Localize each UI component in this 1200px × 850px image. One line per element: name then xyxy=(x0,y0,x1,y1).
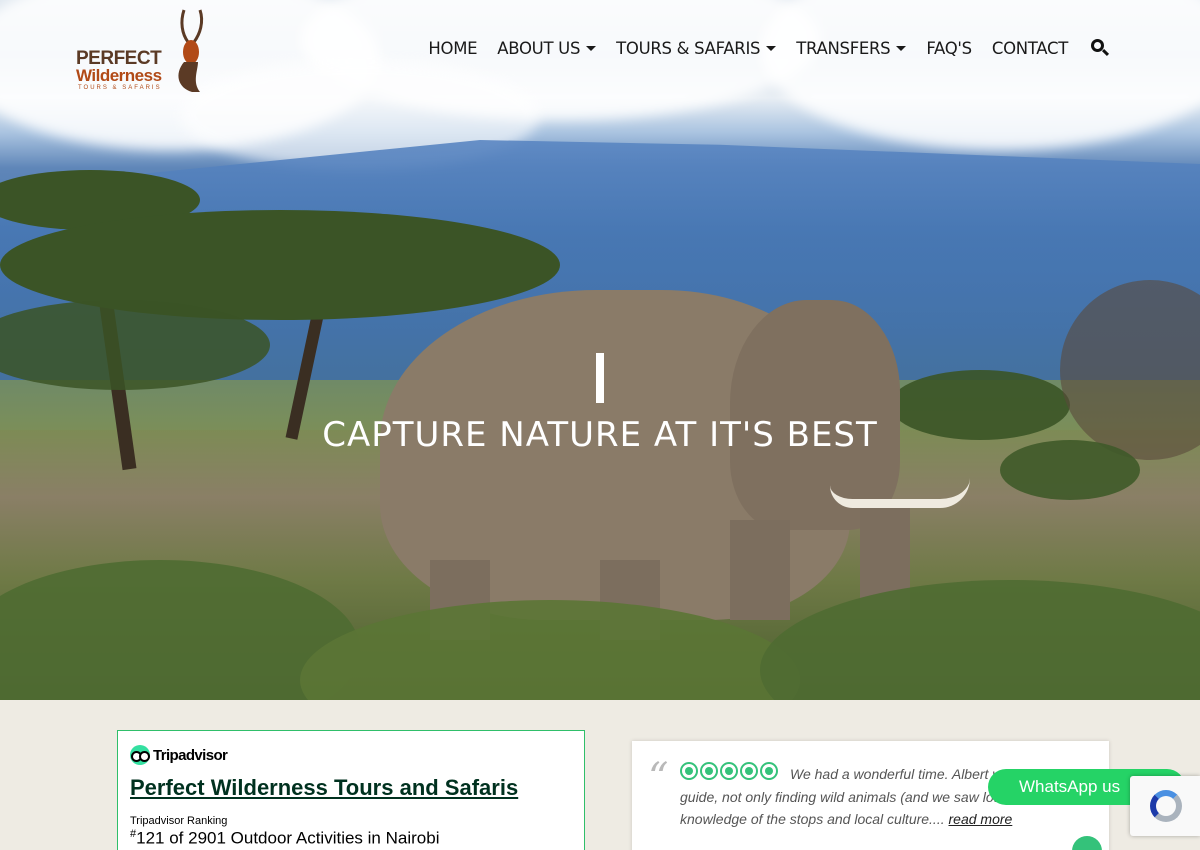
whatsapp-label: WhatsApp us xyxy=(1019,777,1121,796)
nav-transfers[interactable]: TRANSFERS xyxy=(796,38,907,58)
antelope-icon xyxy=(178,9,204,92)
nav-home[interactable]: HOME xyxy=(428,39,477,58)
caret-down-icon xyxy=(586,45,597,51)
recaptcha-icon xyxy=(1150,790,1182,822)
tripadvisor-wordmark: Tripadvisor xyxy=(153,746,228,764)
nav-contact[interactable]: CONTACT xyxy=(992,39,1068,58)
search-icon[interactable] xyxy=(1090,38,1110,58)
caret-down-icon xyxy=(766,45,777,51)
tripadvisor-widget: Tripadvisor Perfect Wilderness Tours and… xyxy=(117,730,585,850)
recaptcha-badge[interactable] xyxy=(1130,776,1200,836)
nav-faqs[interactable]: FAQ'S xyxy=(926,38,972,58)
elephant-tusk xyxy=(830,478,970,508)
logo-tagline: TOURS & SAFARIS xyxy=(78,85,162,91)
read-more-link[interactable]: read more xyxy=(949,811,1013,827)
hero-title: CAPTURE NATURE AT IT'S BEST xyxy=(322,415,878,455)
tripadvisor-owl-icon xyxy=(1072,836,1102,850)
ranking-label: Tripadvisor Ranking xyxy=(130,815,228,827)
nav-label: FAQ'S xyxy=(926,38,972,58)
quote-icon: “ xyxy=(648,755,669,801)
caret-down-icon xyxy=(896,45,907,51)
main-nav: HOME ABOUT US TOURS & SAFARIS TRANSFERS … xyxy=(408,38,1110,58)
logo-line-2: Wilderness xyxy=(76,66,162,85)
ranking-text: 121 of 2901 Outdoor Activities in Nairob… xyxy=(136,828,440,848)
nav-label: CONTACT xyxy=(991,38,1068,58)
elephant-leg xyxy=(730,520,790,620)
nav-label: TRANSFERS xyxy=(796,38,891,58)
hero-divider xyxy=(596,353,604,403)
nav-label: HOME xyxy=(428,38,478,58)
tripadvisor-logo[interactable]: Tripadvisor xyxy=(130,745,228,765)
ranking-value: #121 of 2901 Outdoor Activities in Nairo… xyxy=(130,828,439,849)
nav-label: ABOUT US xyxy=(497,38,581,58)
business-name-link[interactable]: Perfect Wilderness Tours and Safaris xyxy=(130,775,518,801)
tripadvisor-owl-icon xyxy=(130,745,150,765)
cloud xyxy=(760,0,1200,150)
hero-banner: CAPTURE NATURE AT IT'S BEST xyxy=(0,0,1200,700)
nav-about-us[interactable]: ABOUT US xyxy=(497,38,597,58)
nav-tours-safaris[interactable]: TOURS & SAFARIS xyxy=(616,38,777,58)
nav-label: TOURS & SAFARIS xyxy=(616,38,761,58)
site-logo[interactable]: PERFECT Wilderness TOURS & SAFARIS xyxy=(74,8,214,98)
